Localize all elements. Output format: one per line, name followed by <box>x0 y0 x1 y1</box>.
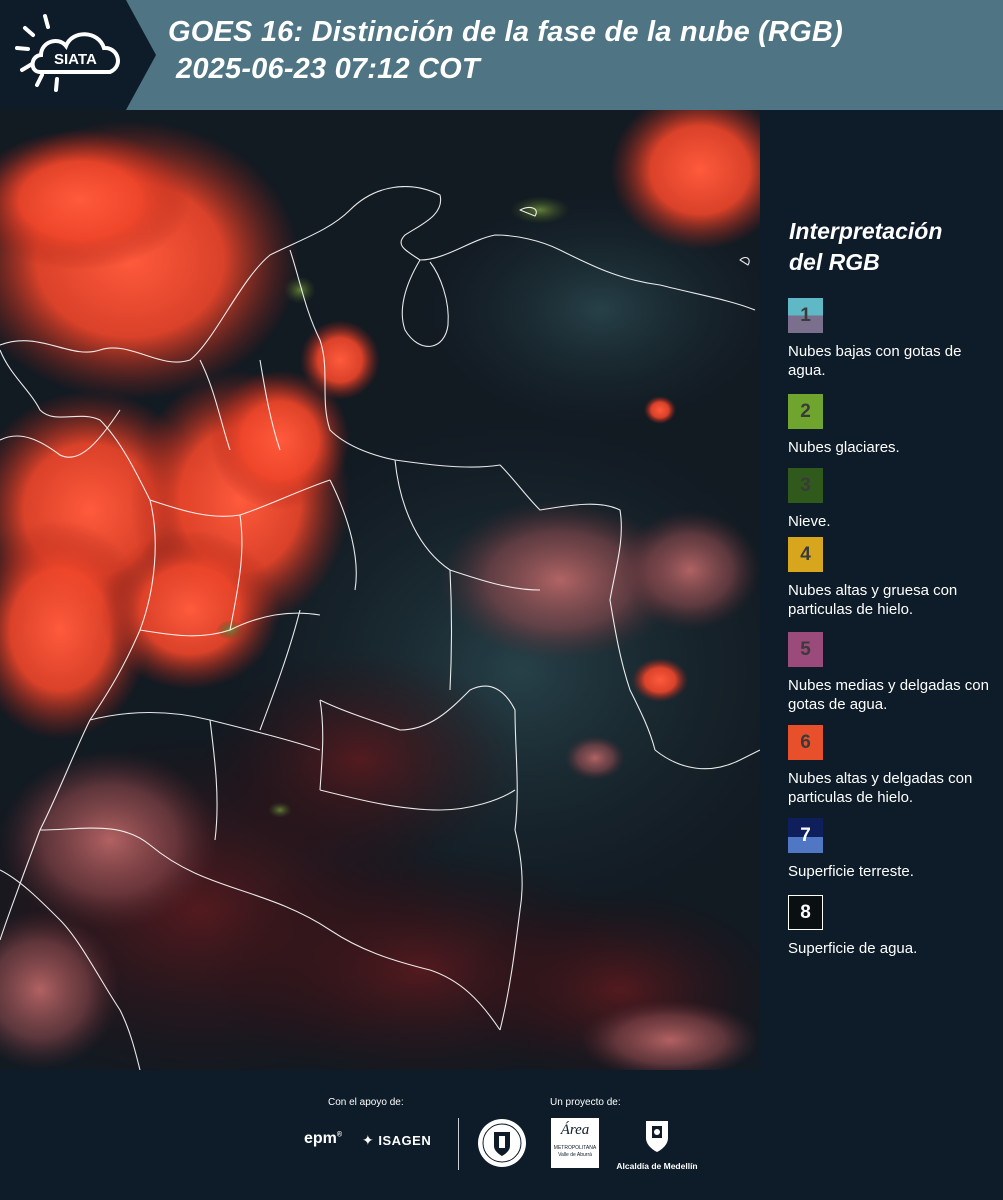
legend-item-1: 1 Nubes bajas con gotas de agua. <box>788 298 1000 380</box>
legend-title: Interpretación del RGB <box>789 216 942 278</box>
legend-title-line-2: del RGB <box>789 249 880 275</box>
legend-item-3: 3 Nieve. <box>788 468 1000 531</box>
page-title: GOES 16: Distinción de la fase de la nub… <box>168 14 843 88</box>
legend-title-line-1: Interpretación <box>789 218 943 244</box>
legend-number-7: 7 <box>800 824 811 846</box>
legend-swatch-6: 6 <box>788 725 823 760</box>
satellite-rgb-map <box>0 110 760 1070</box>
legend-item-6: 6 Nubes altas y delgadas con particulas … <box>788 725 1000 807</box>
legend-item-8: 8 Superficie de agua. <box>788 895 1000 958</box>
legend-label-3: Nieve. <box>788 513 831 530</box>
legend-item-7: 7 Superficie terreste. <box>788 818 1000 881</box>
legend-label-8: Superficie de agua. <box>788 940 918 957</box>
isagen-logo[interactable]: ✦ ISAGEN <box>362 1132 431 1149</box>
legend-swatch-5: 5 <box>788 632 823 667</box>
footer-divider <box>458 1118 459 1170</box>
alcaldia-logo[interactable]: Alcaldía de Medellín <box>612 1118 702 1171</box>
area-logo-line-2: METROPOLITANA <box>553 1145 597 1151</box>
legend-swatch-7: 7 <box>788 818 823 853</box>
legend-label-5: Nubes medias y delgadas con gotas de agu… <box>788 677 989 713</box>
legend-label-1: Nubes bajas con gotas de agua. <box>788 343 962 379</box>
legend-item-5: 5 Nubes medias y delgadas con gotas de a… <box>788 632 1000 714</box>
area-metropolitana-logo[interactable]: Área METROPOLITANA Valle de Aburrá <box>551 1118 599 1168</box>
legend-number-2: 2 <box>800 400 811 422</box>
epm-logo[interactable]: epm® <box>304 1130 342 1148</box>
legend-number-3: 3 <box>800 474 811 496</box>
legend-swatch-4: 4 <box>788 537 823 572</box>
legend-number-4: 4 <box>800 543 811 565</box>
legend-swatch-2: 2 <box>788 394 823 429</box>
title-line-1: GOES 16: Distinción de la fase de la nub… <box>168 16 843 48</box>
legend-swatch-8: 8 <box>788 895 823 930</box>
legend-label-7: Superficie terreste. <box>788 863 914 880</box>
legend-item-2: 2 Nubes glaciares. <box>788 394 1000 457</box>
epm-logo-text: epm <box>304 1130 337 1147</box>
legend-swatch-3: 3 <box>788 468 823 503</box>
legend-item-4: 4 Nubes altas y gruesa con particulas de… <box>788 537 1000 619</box>
satellite-map[interactable] <box>0 110 760 1070</box>
legend-swatch-1: 1 <box>788 298 823 333</box>
seal-icon <box>478 1119 526 1167</box>
siata-logo-text: SIATA <box>54 51 97 68</box>
rgb-legend-panel: Interpretación del RGB 1 Nubes bajas con… <box>760 110 1003 1070</box>
coat-of-arms-icon <box>646 1121 668 1152</box>
area-logo-line-1: Área <box>560 1122 590 1138</box>
isagen-logo-text: ISAGEN <box>378 1133 432 1148</box>
seal-logo[interactable] <box>477 1118 527 1173</box>
legend-number-1: 1 <box>800 304 811 326</box>
sun-cloud-icon: SIATA <box>0 0 156 110</box>
footer-bar: Con el apoyo de: Un proyecto de: epm® ✦ … <box>0 1070 1003 1200</box>
legend-label-2: Nubes glaciares. <box>788 439 900 456</box>
isagen-star-icon: ✦ <box>362 1132 375 1148</box>
header-bar: SIATA GOES 16: Distinción de la fase de … <box>0 0 1003 110</box>
project-label: Un proyecto de: <box>550 1097 621 1108</box>
legend-number-8: 8 <box>800 901 811 923</box>
title-line-2: 2025-06-23 07:12 COT <box>176 53 480 85</box>
legend-number-6: 6 <box>800 731 811 753</box>
alcaldia-text: Alcaldía de Medellín <box>616 1161 698 1171</box>
area-logo-line-3: Valle de Aburrá <box>558 1152 592 1158</box>
legend-label-6: Nubes altas y delgadas con particulas de… <box>788 770 973 806</box>
legend-number-5: 5 <box>800 638 811 660</box>
support-label: Con el apoyo de: <box>328 1097 404 1108</box>
siata-logo[interactable]: SIATA <box>0 0 160 110</box>
legend-label-4: Nubes altas y gruesa con particulas de h… <box>788 582 958 618</box>
